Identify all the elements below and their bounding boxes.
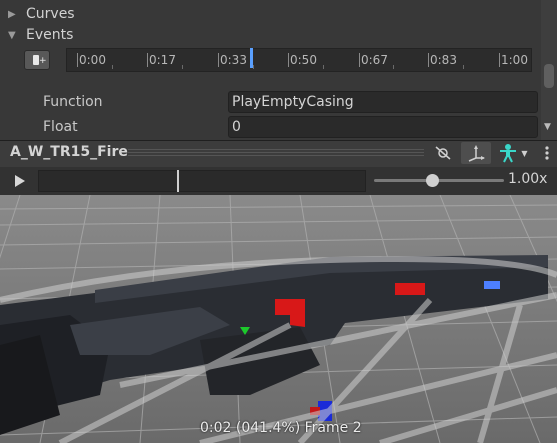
pivot-icon <box>435 146 451 160</box>
chevron-down-icon: ▼ <box>521 148 528 158</box>
chevron-down-icon: ▼ <box>8 29 16 41</box>
ruler-tick <box>77 53 78 67</box>
curves-foldout[interactable]: ▶ Curves <box>8 4 75 24</box>
ruler-minor-tick <box>463 65 464 69</box>
ruler-tick <box>359 53 360 67</box>
ruler-minor-tick <box>393 65 394 69</box>
avatar-icon <box>500 144 517 163</box>
speed-slider-handle[interactable] <box>426 174 439 187</box>
ruler-tick-label: 0:33 <box>220 53 247 67</box>
speed-value: 1.00x <box>508 171 548 187</box>
plus-icon: + <box>39 56 47 66</box>
event-marker[interactable] <box>250 48 253 68</box>
avatar-selector-button[interactable]: ▼ <box>494 142 532 164</box>
ruler-tick-label: 0:50 <box>290 53 317 67</box>
ruler-minor-tick <box>323 65 324 69</box>
events-foldout[interactable]: ▼ Events <box>8 25 73 45</box>
clip-name: A_W_TR15_Fire <box>10 144 128 160</box>
viewport-scene <box>0 195 557 443</box>
ruler-tick-label: 0:67 <box>361 53 388 67</box>
ruler-tick-label: 0:17 <box>149 53 176 67</box>
float-label: Float <box>43 119 78 135</box>
scroll-down-arrow-icon[interactable]: ▼ <box>544 122 551 132</box>
kebab-menu-icon <box>545 146 549 160</box>
preview-drag-handle[interactable] <box>128 149 424 158</box>
ruler-tick <box>428 53 429 67</box>
ruler-minor-tick <box>112 65 113 69</box>
ruler-tick <box>499 53 500 67</box>
pivot-toggle-button[interactable] <box>428 142 458 164</box>
playback-speed-slider[interactable] <box>374 179 504 182</box>
preview-timeline[interactable] <box>38 170 366 192</box>
ruler-minor-tick <box>182 65 183 69</box>
ruler-tick <box>147 53 148 67</box>
axes-icon <box>468 145 485 162</box>
ruler-tick-label: 0:83 <box>430 53 457 67</box>
play-icon <box>15 175 25 187</box>
events-foldout-label: Events <box>26 27 74 43</box>
event-timeline-ruler[interactable]: 0:00 0:17 0:33 0:50 0:67 0:83 1:00 <box>66 48 532 72</box>
scrollbar-thumb[interactable] <box>544 64 554 88</box>
float-field[interactable]: 0 <box>228 116 538 138</box>
function-label: Function <box>43 94 103 110</box>
ruler-tick <box>218 53 219 67</box>
chevron-right-icon: ▶ <box>8 8 16 20</box>
axes-toggle-button[interactable] <box>461 142 491 164</box>
timeline-playhead[interactable] <box>177 170 180 192</box>
frame-info: 0:02 (041.4%) Frame 2 <box>200 420 362 436</box>
preview-menu-button[interactable] <box>538 142 556 164</box>
ruler-tick-label: 1:00 <box>501 53 528 67</box>
add-event-button[interactable]: + <box>24 50 50 70</box>
curves-foldout-label: Curves <box>26 6 75 22</box>
function-field[interactable]: PlayEmptyCasing <box>228 91 538 113</box>
ruler-tick <box>288 53 289 67</box>
preview-viewport[interactable] <box>0 195 557 443</box>
ruler-minor-tick <box>253 65 254 69</box>
play-button[interactable] <box>6 170 32 192</box>
ruler-tick-label: 0:00 <box>79 53 106 67</box>
